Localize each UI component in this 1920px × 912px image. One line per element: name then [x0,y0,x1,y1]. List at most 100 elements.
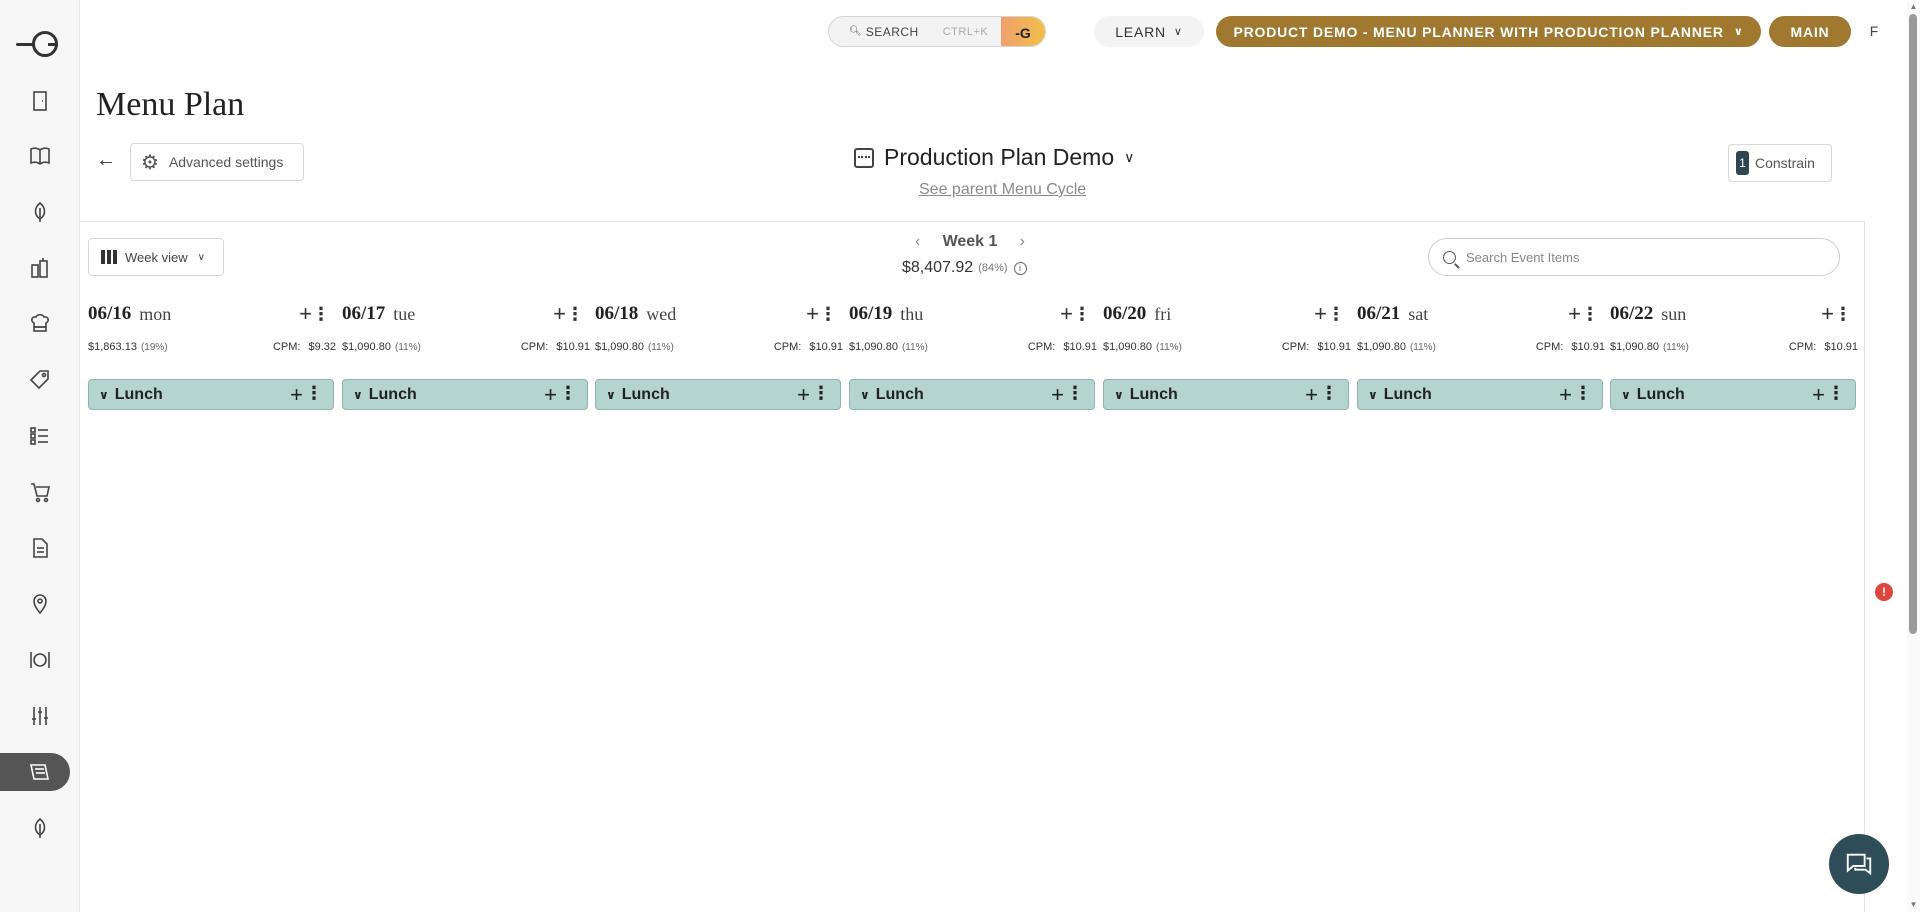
day-cost-amount: $1,090.80 [342,341,391,353]
add-icon[interactable]: + [1314,300,1327,328]
plan-selector[interactable]: Production Plan Demo ∨ [854,144,1134,171]
more-options-icon[interactable]: ⋮ [312,300,330,328]
add-icon[interactable]: + [1812,382,1825,408]
scroll-thumb[interactable] [1909,14,1917,634]
add-icon[interactable]: + [553,300,566,328]
chevron-down-icon[interactable]: ∨ [860,388,870,402]
chevron-down-icon[interactable]: ∨ [1621,388,1631,402]
day-column: 06/20 fri + ⋮ $1,090.80 (11%) CPM: $10.91 … [1103,300,1351,414]
door-icon[interactable] [25,86,55,116]
checklist-icon[interactable] [25,421,55,451]
chevron-down-icon[interactable]: ∨ [1114,388,1124,402]
more-options-icon[interactable]: ⋮ [819,300,837,328]
constrain-button[interactable]: 1 Constrain [1728,144,1832,182]
back-arrow-icon[interactable]: ← [96,149,116,172]
meal-lunch[interactable]: ∨ Lunch + ⋮ [1103,379,1349,410]
more-options-icon[interactable]: ⋮ [566,300,584,328]
chef-icon[interactable] [25,309,55,339]
chevron-down-icon[interactable]: ∨ [99,388,109,402]
app-logo[interactable] [16,28,66,60]
chevron-down-icon[interactable]: ∨ [1368,388,1378,402]
meal-lunch[interactable]: ∨ Lunch + ⋮ [342,379,588,410]
event-search-input[interactable]: Search Event Items [1428,238,1840,276]
add-icon[interactable]: + [299,300,312,328]
product-selector-button[interactable]: PRODUCT DEMO - MENU PLANNER WITH PRODUCT… [1216,16,1761,47]
meal-lunch[interactable]: ∨ Lunch + ⋮ [1357,379,1603,410]
day-date: 06/16 [88,303,132,324]
alert-icon[interactable]: ! [1875,583,1893,601]
chat-button[interactable] [1829,834,1889,894]
more-options-icon[interactable]: ⋮ [812,383,830,404]
book-icon[interactable] [25,141,55,171]
more-options-icon[interactable]: ⋮ [1320,383,1338,404]
panel-divider [1864,221,1865,912]
parent-menu-cycle-link[interactable]: See parent Menu Cycle [919,181,1086,199]
day-column: 06/17 tue + ⋮ $1,090.80 (11%) CPM: $10.91 … [342,300,590,414]
add-icon[interactable]: + [806,300,819,328]
chevron-left-icon[interactable]: ‹ [915,233,920,251]
add-icon[interactable]: + [1821,300,1834,328]
plan-name: Production Plan Demo [884,144,1115,170]
vertical-scrollbar[interactable]: ▲ ▼ [1907,0,1920,912]
add-icon[interactable]: + [1559,382,1572,408]
user-avatar[interactable]: F [1862,19,1886,43]
more-options-icon[interactable]: ⋮ [1073,300,1091,328]
more-options-icon[interactable]: ⋮ [559,383,577,404]
more-options-icon[interactable]: ⋮ [1574,383,1592,404]
meal-lunch[interactable]: ∨ Lunch + ⋮ [88,379,334,410]
day-cost: $1,090.80 (11%) [342,341,421,353]
document-icon[interactable] [25,533,55,563]
add-icon[interactable]: + [1568,300,1581,328]
chevron-right-icon[interactable]: › [1020,233,1025,251]
week-total: $8,407.92 (84%) i [902,259,1027,277]
more-options-icon[interactable]: ⋮ [305,383,323,404]
more-options-icon[interactable]: ⋮ [1327,300,1345,328]
add-icon[interactable]: + [1051,382,1064,408]
advanced-settings-button[interactable]: ⚙ Advanced settings [130,143,304,181]
day-column: 06/19 thu + ⋮ $1,090.80 (11%) CPM: $10.91 … [849,300,1097,414]
day-date: 06/18 [595,303,639,324]
meal-label: Lunch [875,385,924,403]
week-view-select[interactable]: Week view ∨ [88,238,224,276]
day-name: thu [900,303,924,324]
day-cost: $1,863.13 (19%) [88,341,168,353]
scroll-down-icon[interactable]: ▼ [1908,900,1919,910]
chevron-down-icon[interactable]: ∨ [353,388,363,402]
page-title: Menu Plan [96,86,245,123]
add-icon[interactable]: + [1060,300,1073,328]
tag-icon[interactable] [25,365,55,395]
cart-icon[interactable] [25,477,55,507]
location-icon[interactable] [25,589,55,619]
more-options-icon[interactable]: ⋮ [1581,300,1599,328]
meal-label: Lunch [114,385,163,403]
add-icon[interactable]: + [290,382,303,408]
cpm-value: $10.91 [1317,341,1351,353]
scroll-up-icon[interactable]: ▲ [1908,2,1919,12]
learn-button[interactable]: LEARN ∨ [1094,16,1204,47]
leaf-icon[interactable] [25,813,55,843]
meal-lunch[interactable]: ∨ Lunch + ⋮ [595,379,841,410]
day-column: 06/18 wed + ⋮ $1,090.80 (11%) CPM: $10.91 … [595,300,843,414]
day-column: 06/21 sat + ⋮ $1,090.80 (11%) CPM: $10.91 … [1357,300,1605,414]
day-date: 06/20 [1103,303,1147,324]
main-button[interactable]: MAIN [1769,16,1851,47]
more-options-icon[interactable]: ⋮ [1827,383,1845,404]
add-icon[interactable]: + [544,382,557,408]
more-options-icon[interactable]: ⋮ [1834,300,1852,328]
leaf-icon[interactable] [25,197,55,227]
sliders-icon[interactable] [25,701,55,731]
add-icon[interactable]: + [797,382,810,408]
meal-lunch[interactable]: ∨ Lunch + ⋮ [849,379,1095,410]
chevron-down-icon[interactable]: ∨ [606,388,616,402]
meal-lunch[interactable]: ∨ Lunch + ⋮ [1610,379,1856,410]
menu-plan-nav-item[interactable] [0,753,70,791]
info-icon[interactable]: i [1013,261,1027,275]
meal-label: Lunch [1636,385,1685,403]
day-name: sat [1408,303,1429,324]
day-name: tue [393,303,416,324]
bottles-icon[interactable] [25,253,55,283]
dining-icon[interactable] [25,645,55,675]
more-options-icon[interactable]: ⋮ [1066,383,1084,404]
global-search[interactable]: 🔍︎ SEARCH CTRL+K -G [828,16,1046,47]
add-icon[interactable]: + [1305,382,1318,408]
